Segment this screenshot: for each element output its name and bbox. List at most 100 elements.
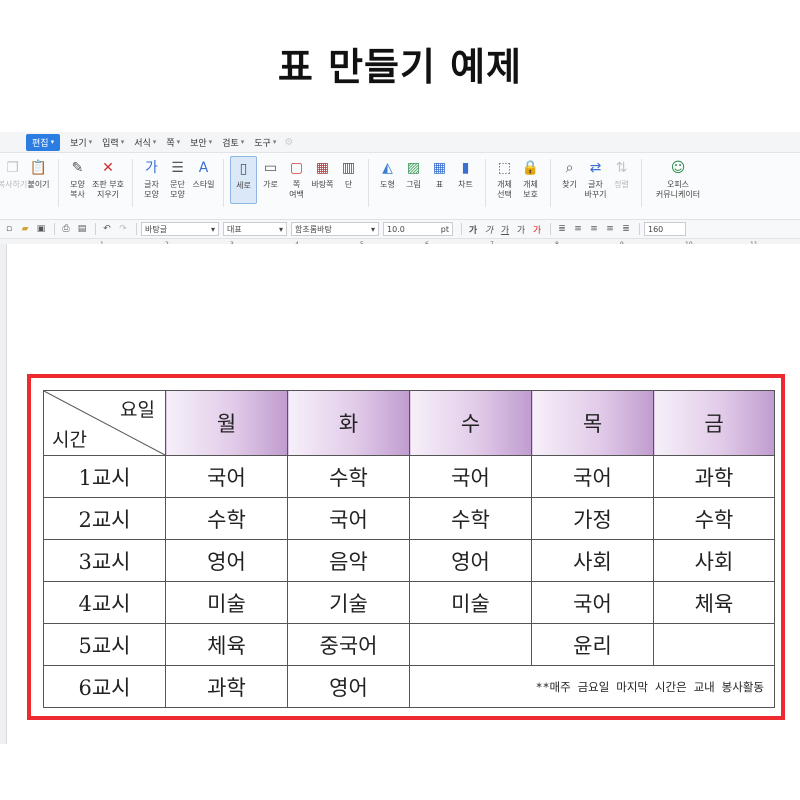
ribbon-button-find[interactable]: ⌕ 찾기 (557, 159, 582, 190)
ribbon-button-replace[interactable]: ⇄ 글자 바꾸기 (583, 159, 608, 200)
subject-cell[interactable]: 국어 (287, 497, 410, 540)
subject-cell[interactable]: 미술 (165, 581, 288, 624)
ribbon-button-clear-codes[interactable]: ✕ 조판 부호 지우기 (91, 159, 125, 200)
redo-icon[interactable]: ↷ (116, 223, 130, 235)
preview-icon[interactable]: ▤ (75, 223, 89, 235)
open-folder-icon[interactable]: ▰ (18, 223, 32, 235)
undo-icon[interactable]: ↶ (100, 223, 114, 235)
subject-cell[interactable]: 과학 (653, 455, 775, 498)
subject-cell[interactable]: 수학 (409, 497, 532, 540)
day-header-fri[interactable]: 금 (653, 390, 775, 456)
period-cell[interactable]: 4교시 (43, 581, 166, 624)
subject-cell[interactable]: 수학 (287, 455, 410, 498)
timetable[interactable]: 요일 시간 월 화 수 목 금 1교시 국어 수학 국어 국어 과학 2교시 수… (43, 390, 775, 708)
menu-page[interactable]: 쪽 ▾ (166, 136, 180, 149)
italic-button[interactable]: 가 (482, 223, 496, 236)
ribbon-button-landscape[interactable]: ▭ 가로 (258, 159, 283, 190)
table-row: 6교시 과학 영어 **매주 금요일 마지막 시간은 교내 봉사활동 (43, 665, 775, 708)
menu-review[interactable]: 검토 ▾ (222, 136, 244, 149)
period-cell[interactable]: 6교시 (43, 665, 166, 708)
subject-cell[interactable]: 중국어 (287, 623, 410, 666)
period-cell[interactable]: 2교시 (43, 497, 166, 540)
ribbon-button-master-page[interactable]: ▦ 바탕쪽 (310, 159, 335, 190)
style-select[interactable]: 바탕글 ▾ (141, 222, 219, 236)
subject-cell[interactable]: 음악 (287, 539, 410, 582)
ribbon-button-format-copy[interactable]: ✎ 모양 복사 (65, 159, 90, 200)
font-color-button[interactable]: 가 (530, 223, 544, 236)
paragraph-select[interactable]: 대표 ▾ (223, 222, 287, 236)
align-justify-icon[interactable]: ≣ (555, 223, 569, 235)
corner-time-label: 시간 (52, 429, 87, 451)
strike-button[interactable]: 가 (514, 223, 528, 236)
subject-cell[interactable]: 수학 (653, 497, 775, 540)
ribbon-button-communicator[interactable]: ☺ 오피스 커뮤니케이터 (648, 159, 708, 200)
subject-cell[interactable]: 국어 (531, 581, 654, 624)
subject-cell[interactable]: 국어 (409, 455, 532, 498)
page-left-margin (0, 244, 7, 744)
ribbon-button-columns[interactable]: ▥ 단 (336, 159, 361, 190)
bold-button[interactable]: 가 (466, 223, 480, 236)
menu-edit[interactable]: 편집 ▾ (26, 133, 61, 151)
subject-cell[interactable]: 사회 (531, 539, 654, 582)
subject-cell[interactable]: 영어 (165, 539, 288, 582)
ribbon-button-picture[interactable]: ▨ 그림 (401, 159, 426, 190)
extra-menu-icon[interactable]: ⚙ (284, 137, 293, 148)
period-cell[interactable]: 3교시 (43, 539, 166, 582)
ribbon-button-sort[interactable]: ⇅ 정렬 (609, 159, 634, 190)
page-title: 표 만들기 예제 (277, 45, 523, 89)
ribbon-button-para-shape[interactable]: ☰ 문단 모양 (165, 159, 190, 200)
ribbon-button-object-protect[interactable]: 🔒 개체 보호 (518, 159, 543, 200)
ribbon-label: 쪽 (292, 180, 301, 189)
subject-cell[interactable]: 국어 (531, 455, 654, 498)
underline-button[interactable]: 가 (498, 223, 512, 236)
font-select[interactable]: 함초롬바탕 ▾ (291, 222, 379, 236)
subject-cell[interactable]: 가정 (531, 497, 654, 540)
menu-format[interactable]: 서식 ▾ (134, 136, 156, 149)
font-size-select[interactable]: 10.0 pt (383, 222, 453, 236)
subject-cell[interactable]: 과학 (165, 665, 288, 708)
print-icon[interactable]: ⎙ (59, 223, 73, 235)
ribbon-button-shape[interactable]: ◭ 도형 (375, 159, 400, 190)
ribbon-label: 복사하기 (0, 180, 28, 189)
ribbon-button-char-shape[interactable]: 가 글자 모양 (139, 159, 164, 200)
day-header-wed[interactable]: 수 (409, 390, 532, 456)
subject-cell[interactable]: 수학 (165, 497, 288, 540)
subject-cell[interactable]: 체육 (165, 623, 288, 666)
subject-cell[interactable]: 사회 (653, 539, 775, 582)
period-cell[interactable]: 1교시 (43, 455, 166, 498)
ribbon-button-portrait[interactable]: ▯ 세로 (230, 156, 257, 204)
save-icon[interactable]: ▣ (34, 223, 48, 235)
ribbon-button-table[interactable]: ▦ 표 (427, 159, 452, 190)
align-center-icon[interactable]: ≡ (587, 223, 601, 235)
align-right-icon[interactable]: ≡ (603, 223, 617, 235)
corner-cell[interactable]: 요일 시간 (43, 390, 166, 456)
note-cell[interactable]: **매주 금요일 마지막 시간은 교내 봉사활동 (409, 665, 775, 708)
align-left-icon[interactable]: ≡ (571, 223, 585, 235)
subject-cell[interactable]: 체육 (653, 581, 775, 624)
day-header-mon[interactable]: 월 (165, 390, 288, 456)
new-doc-icon[interactable]: ▫ (2, 223, 16, 235)
day-header-thu[interactable]: 목 (531, 390, 654, 456)
period-cell[interactable]: 5교시 (43, 623, 166, 666)
distribute-icon[interactable]: ≣ (619, 223, 633, 235)
subject-cell[interactable]: 영어 (409, 539, 532, 582)
subject-cell[interactable]: 미술 (409, 581, 532, 624)
ribbon-button-copy[interactable]: ❐ 복사하기 (0, 159, 28, 190)
subject-cell[interactable] (653, 623, 775, 666)
menu-security[interactable]: 보안 ▾ (190, 136, 212, 149)
day-header-tue[interactable]: 화 (287, 390, 410, 456)
zoom-select[interactable]: 160 (644, 222, 686, 236)
ribbon-button-paste[interactable]: 📋 붙이기 (26, 159, 51, 190)
ribbon-button-object-select[interactable]: ⬚ 개체 선택 (492, 159, 517, 200)
ribbon-button-style[interactable]: A 스타일 (191, 159, 216, 190)
menu-insert[interactable]: 입력 ▾ (102, 136, 124, 149)
subject-cell[interactable]: 기술 (287, 581, 410, 624)
subject-cell[interactable]: 윤리 (531, 623, 654, 666)
menu-view[interactable]: 보기 ▾ (70, 136, 92, 149)
subject-cell[interactable] (409, 623, 532, 666)
ribbon-button-margin[interactable]: ▢ 쪽 여백 (284, 159, 309, 200)
subject-cell[interactable]: 국어 (165, 455, 288, 498)
subject-cell[interactable]: 영어 (287, 665, 410, 708)
menu-tools[interactable]: 도구 ▾ (254, 136, 276, 149)
ribbon-button-chart[interactable]: ▮ 차트 (453, 159, 478, 190)
